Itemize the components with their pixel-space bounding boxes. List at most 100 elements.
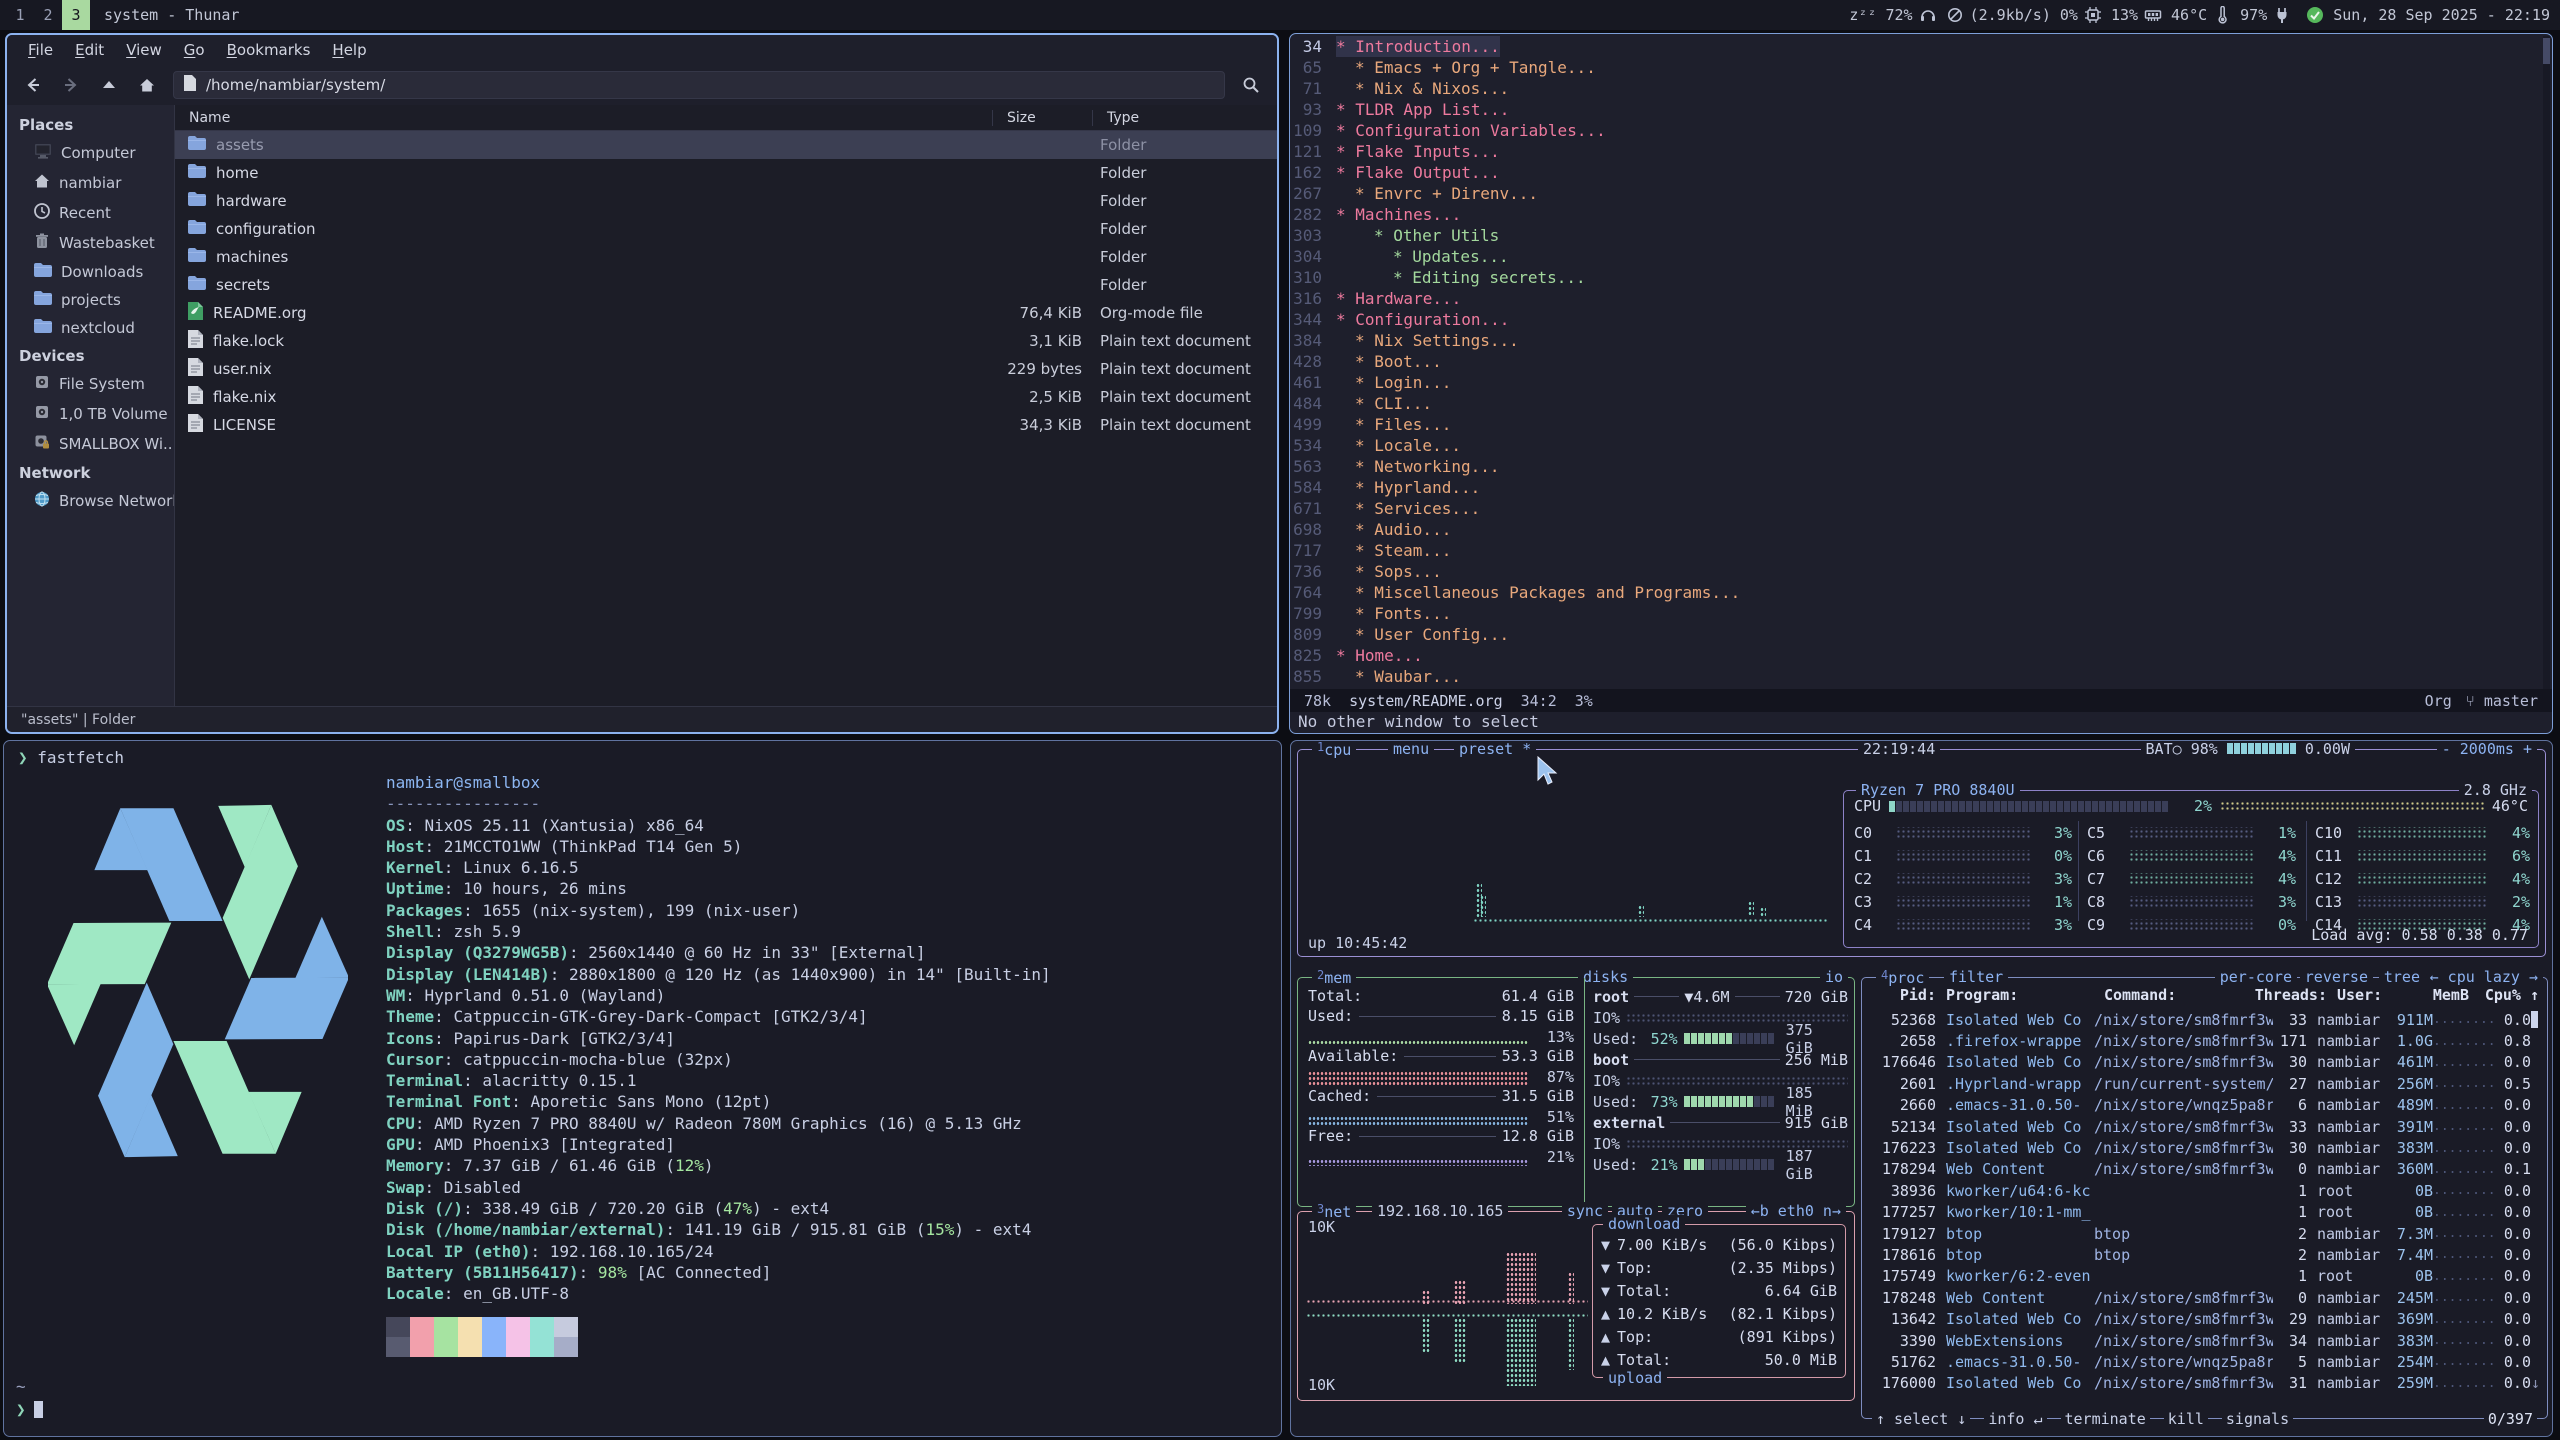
per-core-button[interactable]: per-core <box>2215 968 2297 986</box>
file-row-hardware[interactable]: hardwareFolder <box>175 187 1277 215</box>
file-name: LICENSE <box>213 416 276 434</box>
path-bar[interactable]: /home/nambiar/system/ <box>173 71 1225 99</box>
process-row-38936[interactable]: 38936kworker/u64:6-kc1root0B.........0.0 <box>1870 1180 2539 1201</box>
process-row-175749[interactable]: 175749kworker/6:2-even1root0B.........0.… <box>1870 1266 2539 1287</box>
path-text: /home/nambiar/system/ <box>206 76 385 94</box>
file-row-secrets[interactable]: secretsFolder <box>175 271 1277 299</box>
org-buffer[interactable]: 34* Introduction...65* Emacs + Org + Tan… <box>1290 36 2552 687</box>
file-icon <box>187 329 204 353</box>
file-size: 2,5 KiB <box>992 388 1092 406</box>
process-row-52368[interactable]: 52368Isolated Web Co/nix/store/sm8fmrf3w… <box>1870 1009 2539 1030</box>
process-row-178616[interactable]: 178616btopbtop2nambiar7.4M.........0.0 <box>1870 1244 2539 1265</box>
menu-view[interactable]: View <box>117 38 171 62</box>
org-heading-line: 310* Editing secrets... <box>1290 267 2552 288</box>
info-value: Disabled <box>444 1178 521 1197</box>
workspace-2[interactable]: 2 <box>34 0 62 30</box>
menu-button[interactable]: menu <box>1388 740 1434 758</box>
proc-action-select[interactable]: ↑ select ↓ <box>1872 1410 1970 1428</box>
process-row-2658[interactable]: 2658.firefox-wrappe/nix/store/sm8fmrf3wp… <box>1870 1030 2539 1051</box>
forward-button[interactable] <box>53 70 89 100</box>
sidebar-item-nambiar[interactable]: nambiar <box>7 168 174 198</box>
file-row-license[interactable]: LICENSE34,3 KiBPlain text document <box>175 411 1277 439</box>
sidebar-item-recent[interactable]: Recent <box>7 198 174 228</box>
column-size[interactable]: Size <box>992 110 1092 126</box>
process-row-52134[interactable]: 52134Isolated Web Co/nix/store/sm8fmrf3w… <box>1870 1116 2539 1137</box>
menu-go[interactable]: Go <box>175 38 214 62</box>
process-row-176000[interactable]: 176000Isolated Web Co/nix/store/sm8fmrf3… <box>1870 1373 2539 1394</box>
menu-edit[interactable]: Edit <box>66 38 113 62</box>
tree-button[interactable]: tree <box>2379 968 2425 986</box>
sidebar-item-smallbox-wi-[interactable]: SMALLBOX Wi... <box>7 429 174 459</box>
net-sync-button[interactable]: sync <box>1562 1202 1608 1220</box>
workspaces: 123 <box>6 0 90 30</box>
core-row-c0: C03% <box>1854 821 2072 844</box>
line-number: 121 <box>1290 141 1336 162</box>
cursor-position: 34:2 <box>1521 692 1557 710</box>
sidebar-item-nextcloud[interactable]: nextcloud <box>7 314 174 342</box>
shell-prompt-input[interactable]: ❯ <box>16 1400 43 1419</box>
file-row-home[interactable]: homeFolder <box>175 159 1277 187</box>
back-button[interactable] <box>15 70 51 100</box>
menu-help[interactable]: Help <box>323 38 375 62</box>
fastfetch-line: GPU: AMD Phoenix3 [Integrated] <box>386 1134 1051 1155</box>
home-button[interactable] <box>129 70 165 100</box>
sidebar-item-projects[interactable]: projects <box>7 286 174 314</box>
file-row-user-nix[interactable]: user.nix229 bytesPlain text document <box>175 355 1277 383</box>
file-row-flake-nix[interactable]: flake.nix2,5 KiBPlain text document <box>175 383 1277 411</box>
org-heading-line: 534* Locale... <box>1290 435 2552 456</box>
process-row-2660[interactable]: 2660.emacs-31.0.50-/nix/store/wnqz5pa8ra… <box>1870 1095 2539 1116</box>
mem-box-title[interactable]: 2mem <box>1312 968 1356 987</box>
proc-action-info[interactable]: info ↵ <box>1984 1410 2046 1428</box>
process-row-13642[interactable]: 13642Isolated Web Co/nix/store/sm8fmrf3w… <box>1870 1308 2539 1329</box>
reverse-button[interactable]: reverse <box>2300 968 2373 986</box>
sidebar-item-1-0-tb-volume[interactable]: 1,0 TB Volume <box>7 399 174 429</box>
sidebar-item-browse-network[interactable]: Browse Network <box>7 486 174 516</box>
workspace-3[interactable]: 3 <box>62 0 90 30</box>
search-button[interactable] <box>1233 70 1269 100</box>
sidebar-item-downloads[interactable]: Downloads <box>7 258 174 286</box>
process-row-3390[interactable]: 3390WebExtensions/nix/store/sm8fmrf3wps4… <box>1870 1330 2539 1351</box>
preset-button[interactable]: preset * <box>1454 740 1536 758</box>
filter-button[interactable]: filter <box>1944 968 2008 986</box>
headset-icon <box>1919 6 1937 24</box>
file-row-readme-org[interactable]: README.org76,4 KiBOrg-mode file <box>175 299 1277 327</box>
process-row-178248[interactable]: 178248Web Content/nix/store/sm8fmrf3wps4… <box>1870 1287 2539 1308</box>
sidebar-item-wastebasket[interactable]: Wastebasket <box>7 228 174 258</box>
proc-box-title[interactable]: 4proc <box>1876 968 1929 987</box>
process-row-2601[interactable]: 2601.Hyprland-wrapp/run/current-system/s… <box>1870 1073 2539 1094</box>
file-row-assets[interactable]: assetsFolder <box>175 131 1277 159</box>
up-button[interactable] <box>91 70 127 100</box>
terminal-window[interactable]: ❯ fastfetch nambiar@smallbox------------… <box>3 740 1282 1437</box>
column-type[interactable]: Type <box>1092 110 1277 126</box>
scrollbar-thumb[interactable] <box>2543 38 2550 64</box>
interval-control[interactable]: - 2000ms + <box>2437 740 2537 758</box>
process-row-179127[interactable]: 179127btopbtop2nambiar7.3M.........0.0 <box>1870 1223 2539 1244</box>
info-value: 21MCCTO1WW (ThinkPad T14 Gen 5) <box>444 837 743 856</box>
workspace-1[interactable]: 1 <box>6 0 34 30</box>
file-row-configuration[interactable]: configurationFolder <box>175 215 1277 243</box>
column-name[interactable]: Name <box>175 110 992 126</box>
core-row-c6: C64% <box>2087 844 2296 867</box>
process-row-178294[interactable]: 178294Web Content/nix/store/sm8fmrf3wps4… <box>1870 1159 2539 1180</box>
process-row-177257[interactable]: 177257kworker/10:1-mm_1root0B.........0.… <box>1870 1202 2539 1223</box>
proc-action-terminate[interactable]: terminate <box>2061 1410 2150 1428</box>
sidebar-item-computer[interactable]: Computer <box>7 138 174 168</box>
sort-column-control[interactable]: ← cpu lazy → <box>2425 968 2543 986</box>
plug-icon <box>2273 6 2291 24</box>
proc-action-signals[interactable]: signals <box>2222 1410 2293 1428</box>
menu-bookmarks[interactable]: Bookmarks <box>218 38 320 62</box>
emacs-scrollbar[interactable] <box>2543 36 2550 696</box>
file-row-flake-lock[interactable]: flake.lock3,1 KiBPlain text document <box>175 327 1277 355</box>
net-interface-switch[interactable]: ←b eth0 n→ <box>1746 1202 1846 1220</box>
process-row-51762[interactable]: 51762.emacs-31.0.50-/nix/store/wnqz5pa8r… <box>1870 1351 2539 1372</box>
file-row-machines[interactable]: machinesFolder <box>175 243 1277 271</box>
process-row-176223[interactable]: 176223Isolated Web Co/nix/store/sm8fmrf3… <box>1870 1137 2539 1158</box>
sidebar-item-file-system[interactable]: File System <box>7 369 174 399</box>
folder-icon <box>33 318 53 338</box>
cpu-box-title[interactable]: 1cpu <box>1312 740 1356 759</box>
menu-file[interactable]: File <box>19 38 62 62</box>
cpu-meter <box>1889 801 2168 812</box>
line-number: 825 <box>1290 645 1336 666</box>
proc-action-kill[interactable]: kill <box>2164 1410 2208 1428</box>
process-row-176646[interactable]: 176646Isolated Web Co/nix/store/sm8fmrf3… <box>1870 1052 2539 1073</box>
